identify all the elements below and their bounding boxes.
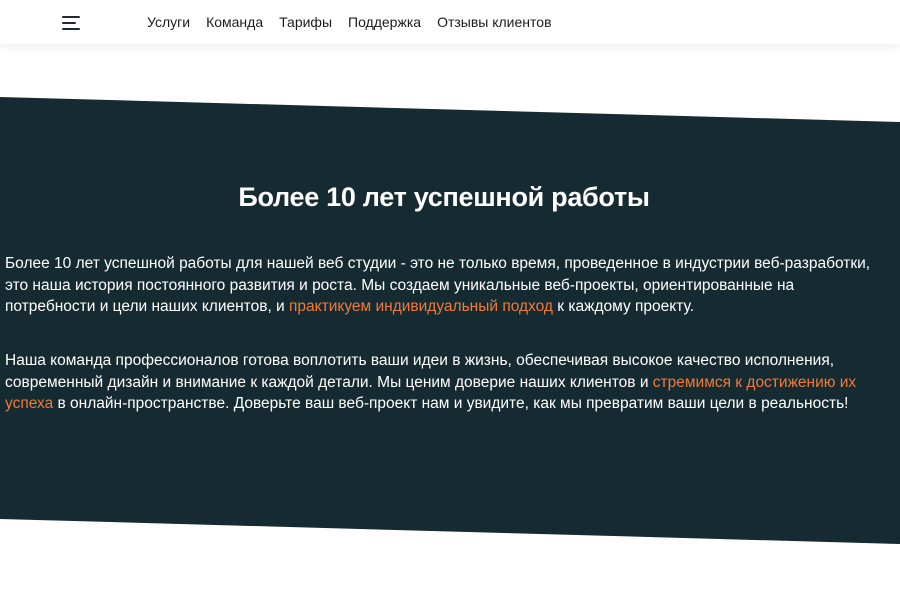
menu-line bbox=[62, 16, 80, 18]
paragraph-text: в онлайн-пространстве. Доверьте ваш веб-… bbox=[53, 395, 849, 412]
hamburger-menu-icon[interactable] bbox=[62, 14, 84, 32]
highlight-text: практикуем индивидуальный подход bbox=[289, 298, 553, 315]
page: Услуги Команда Тарифы Поддержка Отзывы к… bbox=[0, 0, 900, 600]
nav-link-pricing[interactable]: Тарифы bbox=[279, 14, 332, 30]
top-navigation-bar: Услуги Команда Тарифы Поддержка Отзывы к… bbox=[0, 0, 900, 44]
hero-paragraph-1: Более 10 лет успешной работы для нашей в… bbox=[5, 253, 875, 318]
nav-link-team[interactable]: Команда bbox=[206, 14, 263, 30]
paragraph-text: к каждому проекту. bbox=[552, 298, 694, 315]
nav-link-support[interactable]: Поддержка bbox=[348, 14, 421, 30]
hero-paragraph-2: Наша команда профессионалов готова вопло… bbox=[5, 350, 875, 415]
menu-line bbox=[62, 22, 76, 24]
nav-link-reviews[interactable]: Отзывы клиентов bbox=[437, 14, 551, 30]
nav-link-services[interactable]: Услуги bbox=[147, 14, 190, 30]
hero-title: Более 10 лет успешной работы bbox=[238, 182, 650, 212]
hero-band-background bbox=[0, 97, 900, 544]
main-nav: Услуги Команда Тарифы Поддержка Отзывы к… bbox=[147, 0, 552, 44]
menu-line bbox=[62, 28, 80, 30]
